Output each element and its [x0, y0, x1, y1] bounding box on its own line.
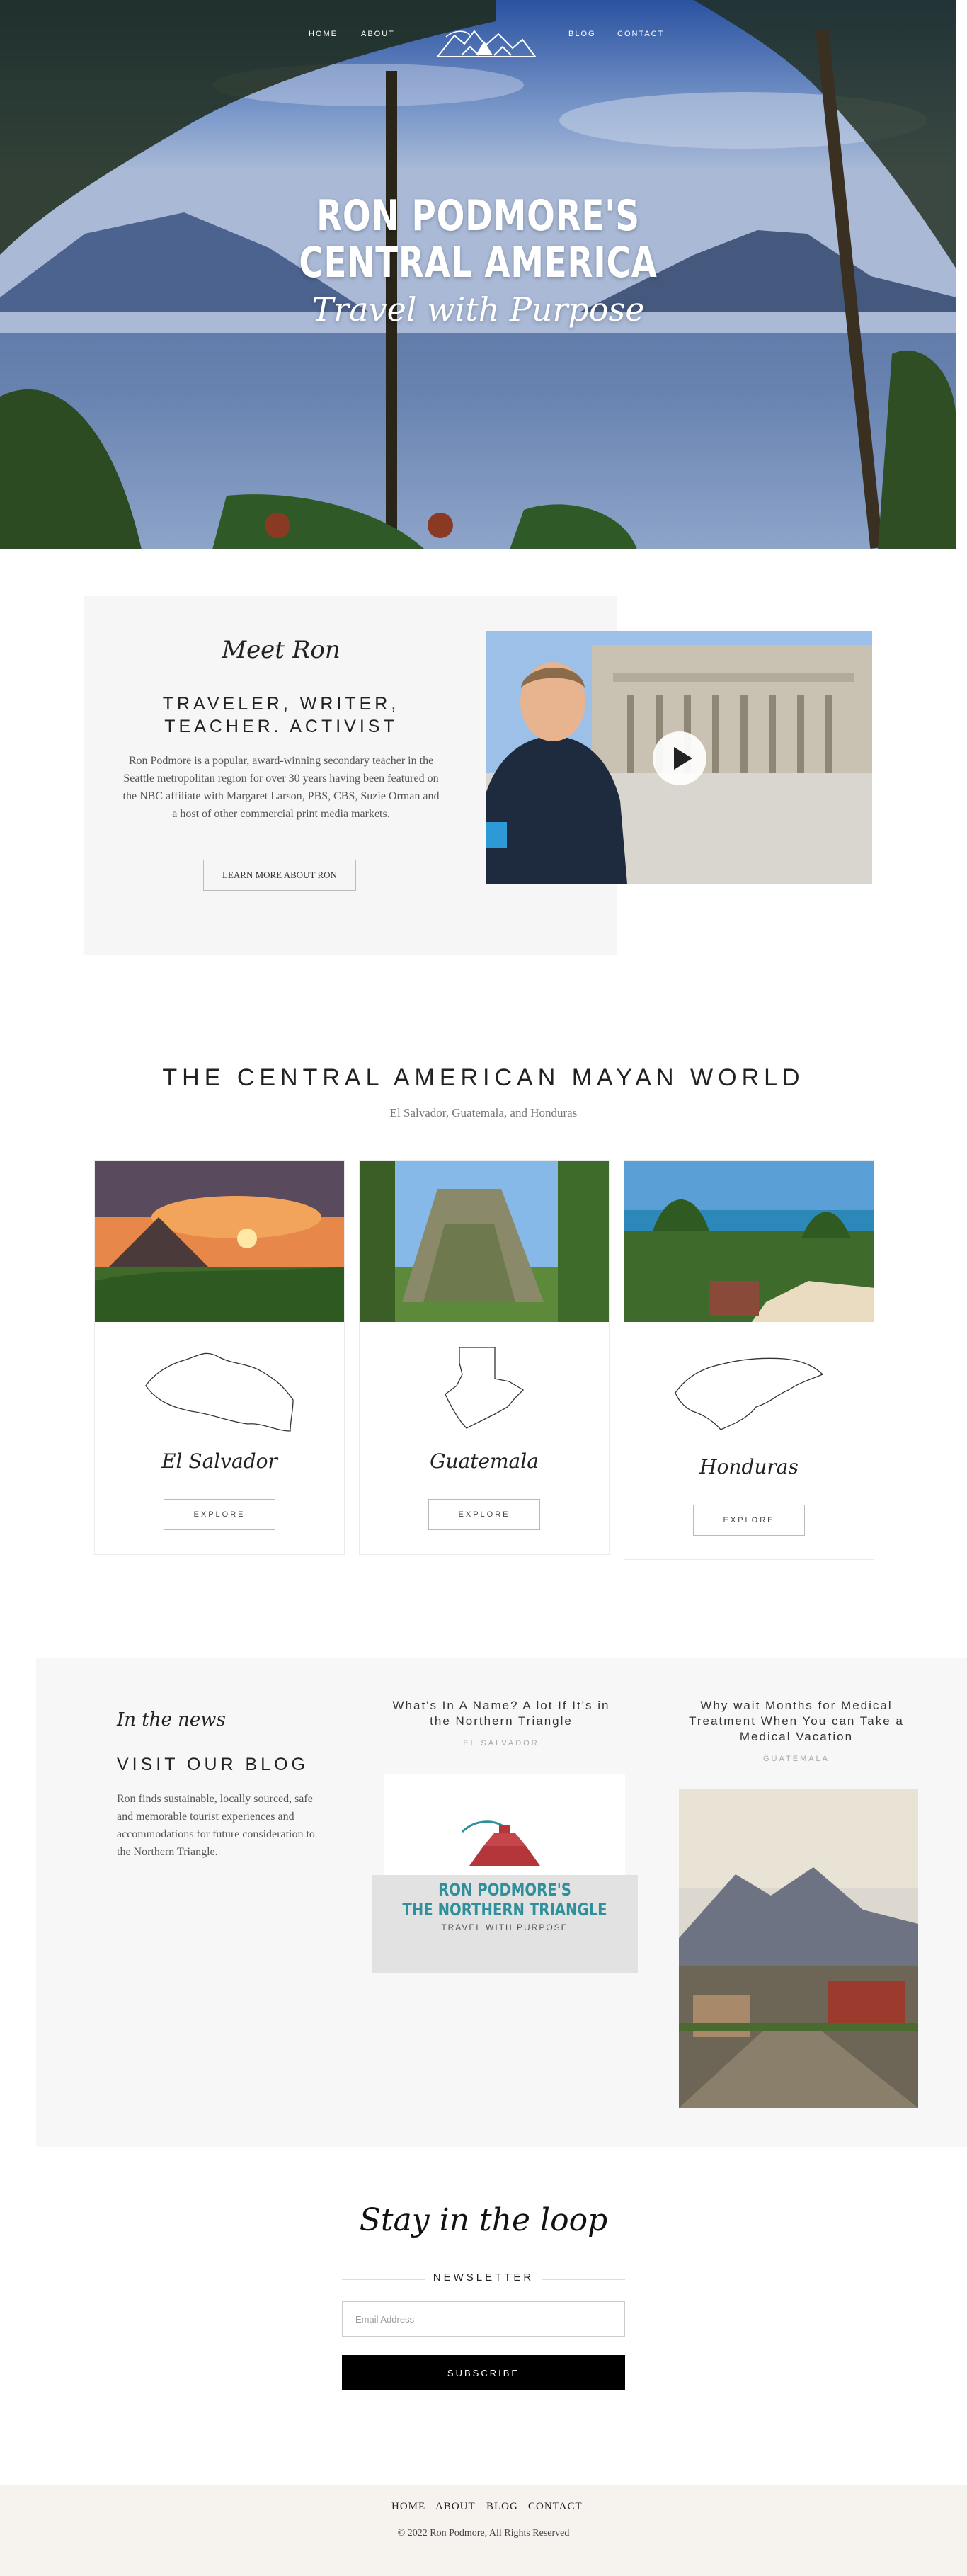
hero-banner: HOME ABOUT BLOG CONTACT RON PODMORE'S CE…: [0, 0, 956, 549]
play-icon: [674, 747, 692, 770]
explore-guatemala-button[interactable]: EXPLORE: [428, 1499, 540, 1530]
nav-contact-link[interactable]: CONTACT: [617, 30, 664, 38]
el-salvador-name: El Salvador: [161, 1449, 277, 1473]
post-1-image[interactable]: RON PODMORE'S THE NORTHERN TRIANGLE TRAV…: [372, 1774, 638, 1973]
subscribe-button[interactable]: SUBSCRIBE: [342, 2355, 625, 2390]
post-1-image-title-line1: RON PODMORE'S: [438, 1880, 571, 1900]
el-salvador-image: [95, 1161, 344, 1322]
email-field[interactable]: [342, 2301, 625, 2337]
country-card-el-salvador: El Salvador EXPLORE: [94, 1160, 345, 1555]
meet-ron-heading: TRAVELER, WRITER, TEACHER. ACTIVIST: [84, 693, 479, 738]
hero-subtitle: Travel with Purpose: [311, 290, 645, 329]
footer-about-link[interactable]: ABOUT: [435, 2501, 476, 2513]
hero-title-line2: CENTRAL AMERICA: [299, 238, 658, 287]
stay-in-the-loop-script: Stay in the loop: [359, 2202, 608, 2238]
post-2-image[interactable]: [679, 1789, 918, 2108]
guatemala-image: [360, 1161, 609, 1322]
pyramid-logo-icon: [461, 1820, 540, 1866]
honduras-name: Honduras: [699, 1455, 799, 1478]
site-logo[interactable]: [433, 27, 539, 62]
visit-blog-heading: VISIT OUR BLOG: [117, 1755, 309, 1774]
meet-heading-line2: TEACHER. ACTIVIST: [164, 717, 398, 736]
footer-blog-link[interactable]: BLOG: [486, 2501, 518, 2513]
guatemala-map-icon: [445, 1347, 525, 1429]
footer-home-link[interactable]: HOME: [391, 2501, 425, 2513]
play-button[interactable]: [653, 731, 706, 785]
nav-blog-link[interactable]: BLOG: [568, 30, 596, 38]
post-1-title[interactable]: What's In A Name? A lot If It's in the N…: [381, 1698, 622, 1729]
post-2-title[interactable]: Why wait Months for Medical Treatment Wh…: [676, 1698, 917, 1745]
nav-home-link[interactable]: HOME: [309, 30, 338, 38]
newsletter-divider-right: [542, 2279, 625, 2280]
mayan-world-title: THE CENTRAL AMERICAN MAYAN WORLD: [162, 1064, 805, 1091]
hero-title: RON PODMORE'S CENTRAL AMERICA: [105, 193, 852, 286]
honduras-image: [624, 1161, 874, 1322]
el-salvador-map-icon: [145, 1352, 294, 1432]
guatemala-name: Guatemala: [430, 1449, 539, 1473]
post-1-image-title-line2: THE NORTHERN TRIANGLE: [402, 1900, 607, 1920]
copyright-text: © 2022 Ron Podmore, All Rights Reserved: [397, 2528, 570, 2538]
meet-ron-script-heading: Meet Ron: [222, 636, 341, 664]
meet-heading-line1: TRAVELER, WRITER,: [162, 694, 400, 714]
post-2-tag[interactable]: GUATEMALA: [676, 1755, 917, 1763]
blog-intro-text: Ron finds sustainable, locally sourced, …: [117, 1793, 315, 1858]
meet-ron-bio: Ron Podmore is a popular, award-winning …: [122, 755, 440, 820]
newsletter-label: NEWSLETTER: [433, 2272, 534, 2284]
country-card-honduras: Honduras EXPLORE: [624, 1160, 874, 1560]
footer-contact-link[interactable]: CONTACT: [528, 2501, 583, 2513]
honduras-map-icon: [675, 1357, 824, 1430]
country-card-guatemala: Guatemala EXPLORE: [359, 1160, 610, 1555]
explore-honduras-button[interactable]: EXPLORE: [693, 1505, 805, 1536]
mayan-world-subtitle: El Salvador, Guatemala, and Honduras: [389, 1106, 578, 1119]
explore-el-salvador-button[interactable]: EXPLORE: [164, 1499, 275, 1530]
in-the-news-script: In the news: [117, 1709, 226, 1731]
post-1-tag[interactable]: EL SALVADOR: [381, 1739, 622, 1748]
hero-title-line1: RON PODMORE'S: [316, 191, 640, 241]
main-nav: HOME ABOUT BLOG CONTACT: [0, 27, 956, 57]
learn-more-button[interactable]: LEARN MORE ABOUT RON: [203, 860, 356, 891]
nav-about-link[interactable]: ABOUT: [361, 30, 395, 38]
post-1-image-subtitle: TRAVEL WITH PURPOSE: [441, 1922, 568, 1932]
